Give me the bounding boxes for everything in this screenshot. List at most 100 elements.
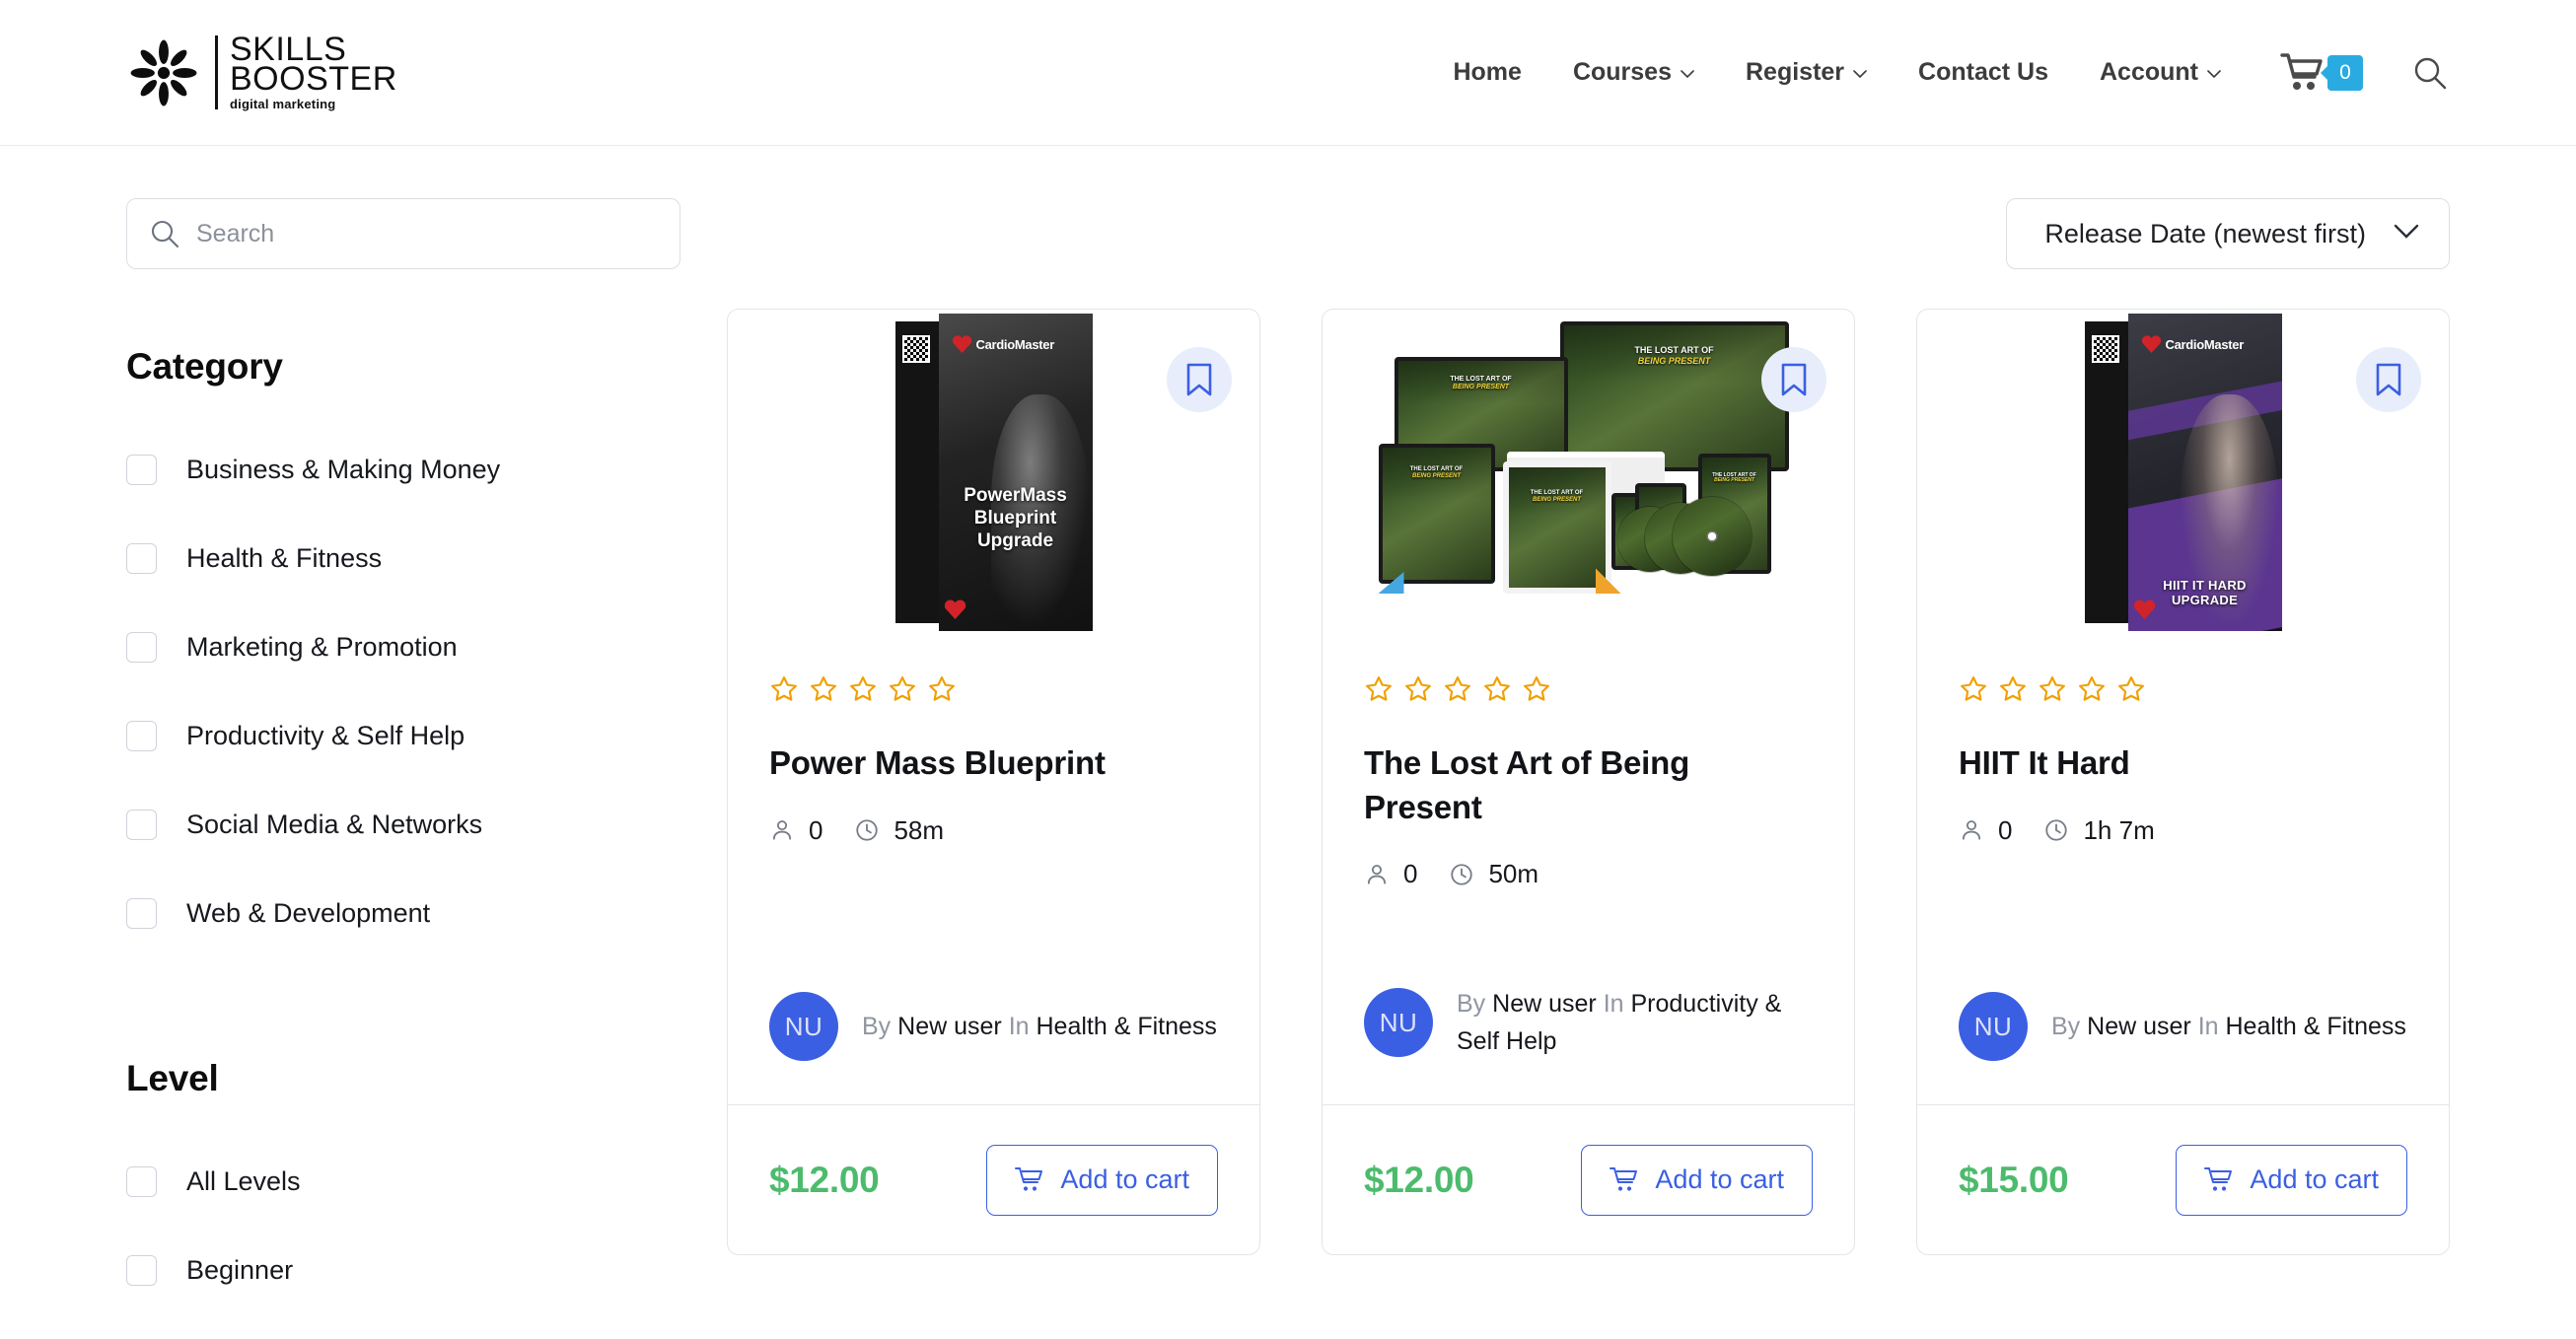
user-icon xyxy=(772,820,792,840)
filter-item-productivity-self-help[interactable]: Productivity & Self Help xyxy=(126,691,723,780)
star-icon xyxy=(1366,676,1392,701)
add-to-cart-label: Add to cart xyxy=(1655,1164,1784,1194)
clock-icon xyxy=(856,819,879,841)
filter-item-beginner[interactable]: Beginner xyxy=(126,1226,723,1314)
cover-artwork: CardioMaster PowerMass Blueprint Upgrade xyxy=(894,314,1093,641)
course-price: $15.00 xyxy=(1959,1159,2069,1200)
star-icon xyxy=(1524,676,1549,701)
duration-meta: 1h 7m xyxy=(2043,815,2155,846)
star-icon xyxy=(2079,676,2105,701)
star-icon xyxy=(2039,676,2065,701)
filter-item-health-fitness[interactable]: Health & Fitness xyxy=(126,514,723,602)
course-author: NU By New user In Health & Fitness xyxy=(769,992,1218,1061)
chevron-down-icon xyxy=(2207,70,2221,79)
add-to-cart-button[interactable]: Add to cart xyxy=(2176,1144,2407,1216)
search-input-wrapper[interactable] xyxy=(126,198,680,269)
course-category[interactable]: Health & Fitness xyxy=(2226,1013,2406,1040)
checkbox[interactable] xyxy=(126,542,157,574)
bookmark-button[interactable] xyxy=(2356,347,2421,412)
checkbox[interactable] xyxy=(126,1165,157,1197)
duration-meta: 50m xyxy=(1449,859,1538,889)
course-cover: THE LOST ART OF BEING PRESENT THE LOST A… xyxy=(1323,310,1854,645)
students-count: 0 xyxy=(809,814,823,845)
cart-icon xyxy=(1610,1166,1638,1191)
students-count: 0 xyxy=(1998,814,2013,845)
star-icon xyxy=(1961,676,1986,701)
course-card[interactable]: CardioMaster PowerMass Blueprint Upgrade xyxy=(727,309,1260,1255)
filter-item-web-development[interactable]: Web & Development xyxy=(126,869,723,957)
author-prefix: By xyxy=(1457,989,1486,1018)
author-byline: By New user In Productivity & Self Help xyxy=(1457,985,1813,1062)
students-meta: 0 xyxy=(769,815,823,846)
qr-code-icon xyxy=(901,335,930,363)
bookmark-button[interactable] xyxy=(1167,347,1232,412)
sort-selected-value: Release Date (newest first) xyxy=(2044,218,2366,248)
checkbox[interactable] xyxy=(126,1254,157,1286)
add-to-cart-button[interactable]: Add to cart xyxy=(986,1144,1218,1216)
nav-item-label: Account xyxy=(2100,58,2198,86)
star-icon xyxy=(929,676,955,701)
course-card[interactable]: THE LOST ART OF BEING PRESENT THE LOST A… xyxy=(1322,309,1855,1255)
course-meta: 0 58m xyxy=(769,815,1218,846)
course-card-footer: $15.00 Add to cart xyxy=(1917,1104,2449,1254)
level-filter-title: Level xyxy=(126,1058,219,1098)
search-input[interactable] xyxy=(196,219,658,248)
avatar: NU xyxy=(769,992,838,1061)
students-count: 0 xyxy=(1403,859,1418,889)
filter-item-business-making-money[interactable]: Business & Making Money xyxy=(126,425,723,514)
nav-item-account[interactable]: Account xyxy=(2074,58,2247,87)
course-card-footer: $12.00 Add to cart xyxy=(728,1104,1259,1254)
course-card-body: Power Mass Blueprint 0 58m NU By New use… xyxy=(728,645,1259,1104)
header-search-button[interactable] xyxy=(2410,53,2450,93)
author-name[interactable]: New user xyxy=(2087,1013,2191,1040)
author-byline: By New user In Health & Fitness xyxy=(2051,1008,2406,1046)
avatar: NU xyxy=(1364,988,1433,1058)
sort-dropdown[interactable]: Release Date (newest first) xyxy=(2006,198,2450,269)
author-name[interactable]: New user xyxy=(1492,990,1597,1018)
star-icon xyxy=(811,676,836,701)
filter-label: Marketing & Promotion xyxy=(186,631,458,662)
star-icon xyxy=(890,676,915,701)
star-icon xyxy=(2000,676,2026,701)
nav-item-courses[interactable]: Courses xyxy=(1547,58,1720,87)
checkbox[interactable] xyxy=(126,720,157,751)
filter-item-marketing-promotion[interactable]: Marketing & Promotion xyxy=(126,602,723,691)
cart-icon xyxy=(2204,1166,2233,1191)
bookmark-icon xyxy=(2376,363,2401,396)
course-title[interactable]: Power Mass Blueprint xyxy=(769,741,1218,786)
filter-sidebar: Category Business & Making Money Health … xyxy=(126,309,723,1314)
add-to-cart-label: Add to cart xyxy=(1060,1164,1189,1194)
checkbox[interactable] xyxy=(126,631,157,663)
course-category[interactable]: Health & Fitness xyxy=(1037,1013,1217,1040)
author-name[interactable]: New user xyxy=(897,1013,1002,1040)
course-cover: CardioMaster PowerMass Blueprint Upgrade xyxy=(728,310,1259,645)
site-logo[interactable]: SKILLS BOOSTER digital marketing xyxy=(126,33,397,110)
nav-item-home[interactable]: Home xyxy=(1427,58,1546,87)
cart-button[interactable]: 0 xyxy=(2280,52,2363,94)
cardiomaster-heart-icon xyxy=(953,335,972,353)
cardiomaster-heart-icon xyxy=(2142,335,2162,353)
bookmark-button[interactable] xyxy=(1761,347,1826,412)
filter-label: All Levels xyxy=(186,1165,301,1196)
nav-item-register[interactable]: Register xyxy=(1720,58,1893,87)
nav-item-contact-us[interactable]: Contact Us xyxy=(1893,58,2074,87)
course-card-body: HIIT It Hard 0 1h 7m NU By New user In H… xyxy=(1917,645,2449,1104)
bookmark-icon xyxy=(1186,363,1212,396)
course-card[interactable]: CardioMaster HIIT IT HARD UPGRADE HIIT I… xyxy=(1916,309,2450,1255)
checkbox[interactable] xyxy=(126,809,157,840)
filter-label: Social Media & Networks xyxy=(186,809,483,839)
checkbox[interactable] xyxy=(126,454,157,485)
clock-icon xyxy=(1451,863,1473,885)
bookmark-icon xyxy=(1781,363,1807,396)
checkbox[interactable] xyxy=(126,897,157,929)
course-author: NU By New user In Health & Fitness xyxy=(1959,992,2407,1061)
cover-brand: CardioMaster xyxy=(975,336,1055,352)
category-prefix: In xyxy=(1603,989,1624,1018)
course-title[interactable]: HIIT It Hard xyxy=(1959,741,2407,786)
course-title[interactable]: The Lost Art of Being Present xyxy=(1364,741,1813,829)
add-to-cart-button[interactable]: Add to cart xyxy=(1581,1144,1813,1216)
cover-title: PowerMass Blueprint Upgrade xyxy=(964,484,1067,551)
cover-artwork: THE LOST ART OF BEING PRESENT THE LOST A… xyxy=(1377,314,1801,641)
filter-item-social-media-networks[interactable]: Social Media & Networks xyxy=(126,780,723,869)
filter-item-all-levels[interactable]: All Levels xyxy=(126,1137,723,1226)
